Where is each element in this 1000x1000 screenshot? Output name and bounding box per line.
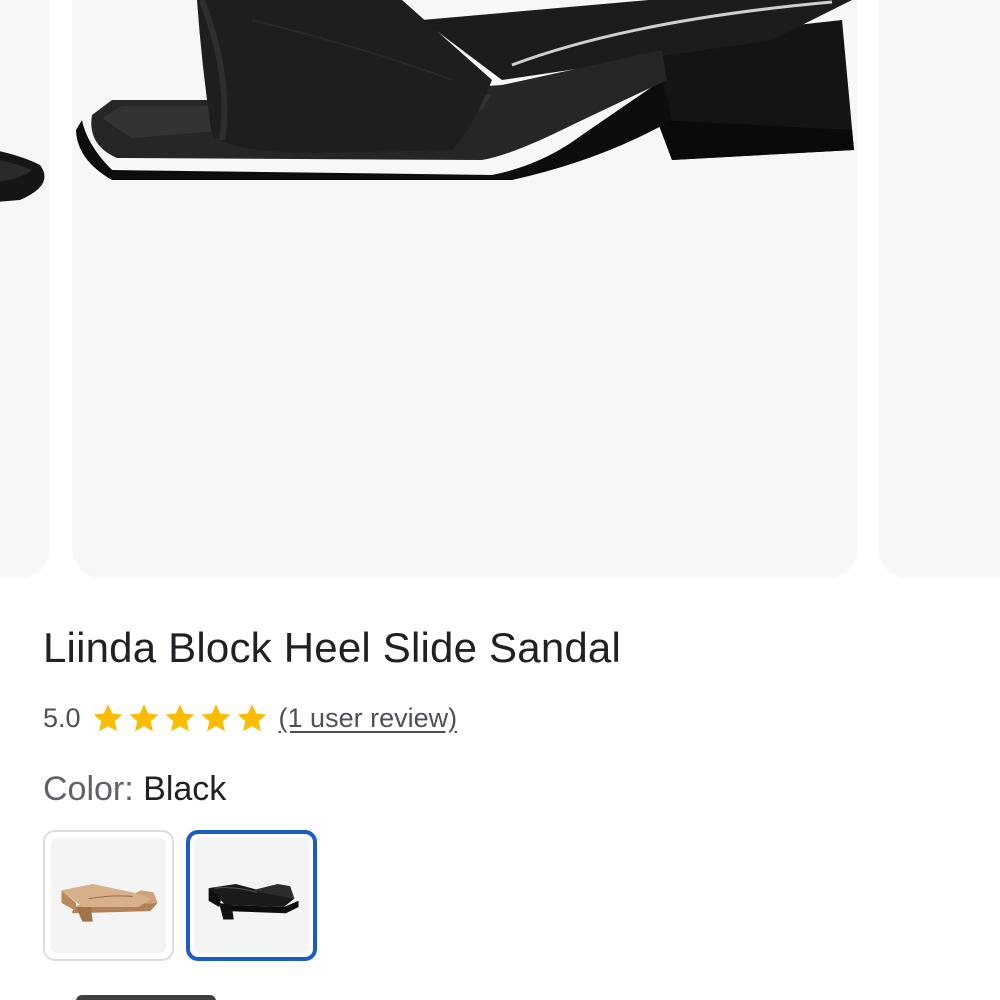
sandal-image-partial [0, 151, 45, 202]
next-section-peek [76, 995, 216, 1000]
rating-row: 5.0 (1 user review) [43, 698, 457, 738]
product-page: e Liinda Block Heel Sli [0, 0, 1000, 1000]
color-selector-label: Color: Black [43, 770, 226, 809]
color-selected-value: Black [143, 770, 227, 808]
color-swatch-black[interactable] [186, 830, 317, 961]
color-swatch-tan[interactable] [43, 830, 174, 961]
star-icon [165, 704, 194, 732]
star-icon [93, 704, 122, 732]
carousel-slide-main[interactable] [72, 0, 858, 578]
rating-stars [91, 701, 269, 735]
color-swatches [43, 830, 317, 961]
user-review-link[interactable]: (1 user review) [279, 703, 458, 734]
product-title: Liinda Block Heel Slide Sandal [43, 624, 622, 671]
black-sandal-image [208, 884, 299, 920]
star-icon [201, 704, 230, 732]
color-label: Color: [43, 770, 144, 808]
star-icon [129, 704, 158, 732]
carousel-slide-previous[interactable]: e [0, 0, 50, 578]
rating-value: 5.0 [43, 702, 81, 733]
image-carousel[interactable]: e [0, 0, 1000, 580]
tan-sandal-thumbnail [51, 838, 166, 953]
carousel-slide-next[interactable] [878, 0, 1000, 578]
black-sandal-image [76, 0, 854, 180]
black-sandal-thumbnail [194, 838, 309, 953]
star-icon [237, 704, 266, 732]
tan-sandal-image [61, 884, 158, 922]
